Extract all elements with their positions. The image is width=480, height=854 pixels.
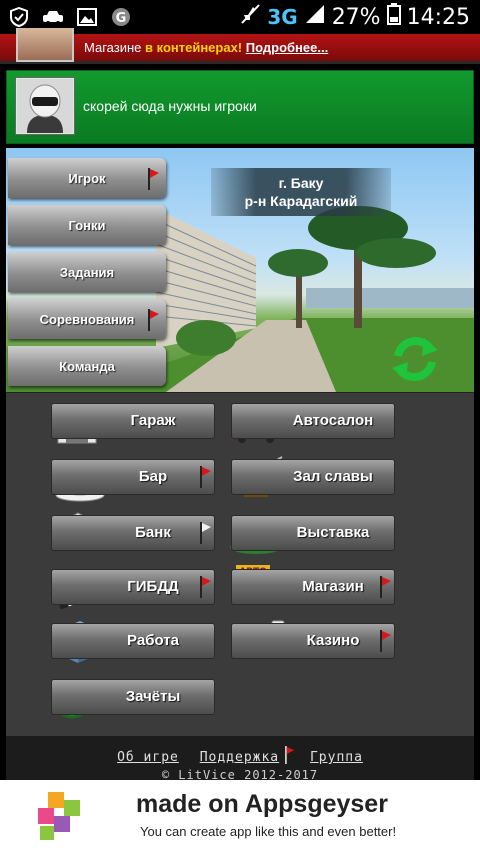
side-menu-player-button[interactable]: Игрок — [8, 158, 166, 198]
side-menu-label: Соревнования — [39, 311, 135, 327]
news-avatar — [16, 28, 74, 62]
red-flag-icon — [380, 576, 391, 598]
hall-of-fame-button[interactable]: Зал славы — [231, 459, 395, 495]
menu-label: Зачёты — [125, 688, 181, 705]
side-menu-label: Гонки — [68, 217, 106, 233]
ad-banner[interactable]: made on Appsgeyser You can create app li… — [0, 780, 480, 854]
menu-label: Автосалон — [292, 412, 374, 429]
autosalon-button[interactable]: Автосалон — [231, 403, 395, 439]
signal-icon — [304, 3, 326, 31]
shield-icon — [8, 7, 30, 27]
g-icon: G — [110, 7, 132, 27]
message-text: скорей сюда нужны игроки — [83, 98, 257, 114]
support-link[interactable]: Поддержка — [200, 750, 279, 765]
side-menu-races-button[interactable]: Гонки — [8, 205, 166, 245]
red-flag-icon — [380, 630, 391, 652]
footer-links: Об игре Поддержка Группа — [6, 746, 474, 765]
news-prefix: Магазине — [84, 40, 145, 55]
side-menu-tasks-button[interactable]: Задания — [8, 252, 166, 292]
red-flag-icon — [285, 746, 295, 764]
red-flag-icon — [200, 466, 211, 488]
group-link[interactable]: Группа — [310, 750, 363, 765]
news-banner[interactable]: Магазине в контейнерах! Подробнее... — [0, 28, 480, 64]
ad-title: made on Appsgeyser — [136, 790, 388, 818]
refresh-icon[interactable] — [390, 336, 440, 382]
menu-label: Работа — [127, 632, 179, 649]
ad-subtitle: You can create app like this and even be… — [140, 824, 397, 839]
news-highlight: в контейнерах! — [145, 40, 243, 55]
car-icon — [42, 7, 64, 27]
clock: 14:25 — [406, 4, 470, 30]
exhibition-button[interactable]: Выставка — [231, 515, 395, 551]
svg-text:G: G — [116, 11, 127, 26]
appsgeyser-logo-icon — [38, 792, 80, 840]
about-link[interactable]: Об игре — [117, 750, 179, 765]
red-flag-icon — [148, 309, 159, 331]
side-menu-label: Задания — [59, 264, 115, 280]
network-type: 3G — [267, 5, 298, 29]
news-text: Магазине в контейнерах! Подробнее... — [84, 40, 328, 55]
side-menu-label: Игрок — [68, 170, 106, 186]
location-scene: г. Баку р-н Карадагский Игрок Гонки Зада… — [6, 148, 474, 392]
menu-label: Гараж — [130, 412, 176, 429]
battery-icon — [386, 3, 401, 31]
battery-percent: 27% — [331, 4, 381, 30]
footer: Об игре Поддержка Группа © LitVice 2012-… — [6, 736, 474, 782]
red-flag-icon — [200, 576, 211, 598]
red-flag-icon — [148, 168, 159, 190]
work-button[interactable]: Работа — [51, 623, 215, 659]
bar-button[interactable]: Бар — [51, 459, 215, 495]
helmet-avatar-icon — [17, 79, 73, 133]
news-more-link[interactable]: Подробнее... — [246, 40, 328, 55]
gibdd-button[interactable]: ГИБДД — [51, 569, 215, 605]
shop-button[interactable]: Магазин — [231, 569, 395, 605]
credits-button[interactable]: Зачёты — [51, 679, 215, 715]
garage-button[interactable]: Гараж — [51, 403, 215, 439]
location-district: р-н Карадагский — [244, 193, 358, 209]
side-menu-competitions-button[interactable]: Соревнования — [8, 299, 166, 339]
message-bar[interactable]: скорей сюда нужны игроки — [6, 70, 474, 144]
location-label: г. Баку р-н Карадагский — [211, 168, 391, 216]
casino-button[interactable]: Казино — [231, 623, 395, 659]
location-city: г. Баку — [278, 175, 324, 191]
side-menu-label: Команда — [59, 358, 115, 374]
main-menu-grid: Гараж Автосалон Бар Зал славы Банк Выста… — [6, 392, 474, 736]
bank-button[interactable]: Банк — [51, 515, 215, 551]
menu-label: Выставка — [296, 524, 370, 541]
menu-label: Зал славы — [293, 468, 373, 485]
image-icon — [76, 7, 98, 27]
white-flag-icon — [200, 522, 211, 544]
mute-icon — [239, 3, 261, 31]
player-avatar[interactable] — [15, 77, 75, 135]
side-menu-team-button[interactable]: Команда — [8, 346, 166, 386]
